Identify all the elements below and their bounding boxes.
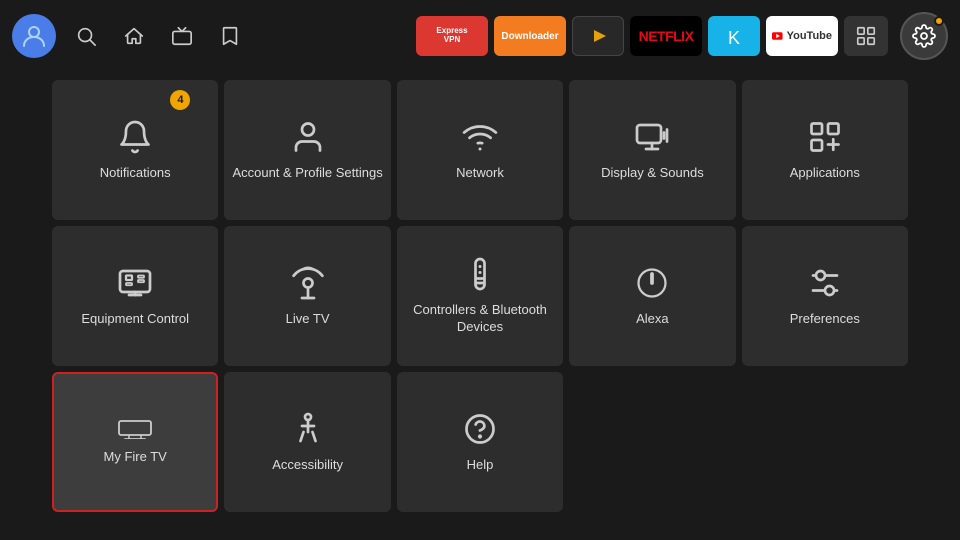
bell-icon — [117, 119, 153, 155]
my-fire-tv-label: My Fire TV — [104, 449, 167, 466]
netflix-app-btn[interactable]: NETFLIX — [630, 16, 702, 56]
tv-nav-icon[interactable] — [164, 18, 200, 54]
applications-label: Applications — [790, 165, 860, 182]
settings-grid: 4 Notifications Account & Profile Settin… — [0, 72, 960, 520]
topbar: ExpressVPN Downloader NETFLIX K YouTu — [0, 0, 960, 72]
nav-left — [12, 14, 248, 58]
applications-cell[interactable]: Applications — [742, 80, 908, 220]
kodi-app-btn[interactable]: K — [708, 16, 760, 56]
firetv-icon — [117, 419, 153, 439]
sliders-icon — [807, 265, 843, 301]
accessibility-icon — [290, 411, 326, 447]
live-tv-cell[interactable]: Live TV — [224, 226, 390, 366]
apps-icon — [807, 119, 843, 155]
live-tv-label: Live TV — [286, 311, 330, 328]
network-cell[interactable]: Network — [397, 80, 563, 220]
help-icon — [462, 411, 498, 447]
network-label: Network — [456, 165, 504, 182]
preferences-cell[interactable]: Preferences — [742, 226, 908, 366]
antenna-icon — [290, 265, 326, 301]
controllers-bluetooth-label: Controllers & Bluetooth Devices — [405, 302, 555, 336]
bookmark-nav-icon[interactable] — [212, 18, 248, 54]
expressvpn-app-btn[interactable]: ExpressVPN — [416, 16, 488, 56]
help-label: Help — [467, 457, 494, 474]
account-profile-label: Account & Profile Settings — [232, 165, 382, 182]
grid-app-btn[interactable] — [844, 16, 888, 56]
equipment-control-label: Equipment Control — [81, 311, 189, 328]
alexa-cell[interactable]: Alexa — [569, 226, 735, 366]
settings-button[interactable] — [900, 12, 948, 60]
notifications-cell[interactable]: 4 Notifications — [52, 80, 218, 220]
account-profile-cell[interactable]: Account & Profile Settings — [224, 80, 390, 220]
notification-badge: 4 — [170, 90, 190, 110]
controllers-bluetooth-cell[interactable]: Controllers & Bluetooth Devices — [397, 226, 563, 366]
accessibility-label: Accessibility — [272, 457, 343, 474]
search-nav-icon[interactable] — [68, 18, 104, 54]
downloader-app-btn[interactable]: Downloader — [494, 16, 566, 56]
alexa-icon — [634, 265, 670, 301]
preferences-label: Preferences — [790, 311, 860, 328]
avatar[interactable] — [12, 14, 56, 58]
accessibility-cell[interactable]: Accessibility — [224, 372, 390, 512]
notifications-label: Notifications — [100, 165, 171, 182]
alexa-label: Alexa — [636, 311, 669, 328]
svg-text:K: K — [728, 28, 740, 48]
app-shortcuts: ExpressVPN Downloader NETFLIX K YouTu — [416, 16, 888, 56]
my-fire-tv-cell[interactable]: My Fire TV — [52, 372, 218, 512]
person-icon — [290, 119, 326, 155]
plex-app-btn[interactable] — [572, 16, 624, 56]
wifi-icon — [462, 119, 498, 155]
youtube-app-btn[interactable]: YouTube — [766, 16, 838, 56]
settings-notification-dot — [934, 16, 944, 26]
display-sounds-label: Display & Sounds — [601, 165, 704, 182]
remote-icon — [462, 256, 498, 292]
help-cell[interactable]: Help — [397, 372, 563, 512]
display-sounds-cell[interactable]: Display & Sounds — [569, 80, 735, 220]
home-nav-icon[interactable] — [116, 18, 152, 54]
display-sound-icon — [634, 119, 670, 155]
equipment-control-cell[interactable]: Equipment Control — [52, 226, 218, 366]
monitor-icon — [117, 265, 153, 301]
